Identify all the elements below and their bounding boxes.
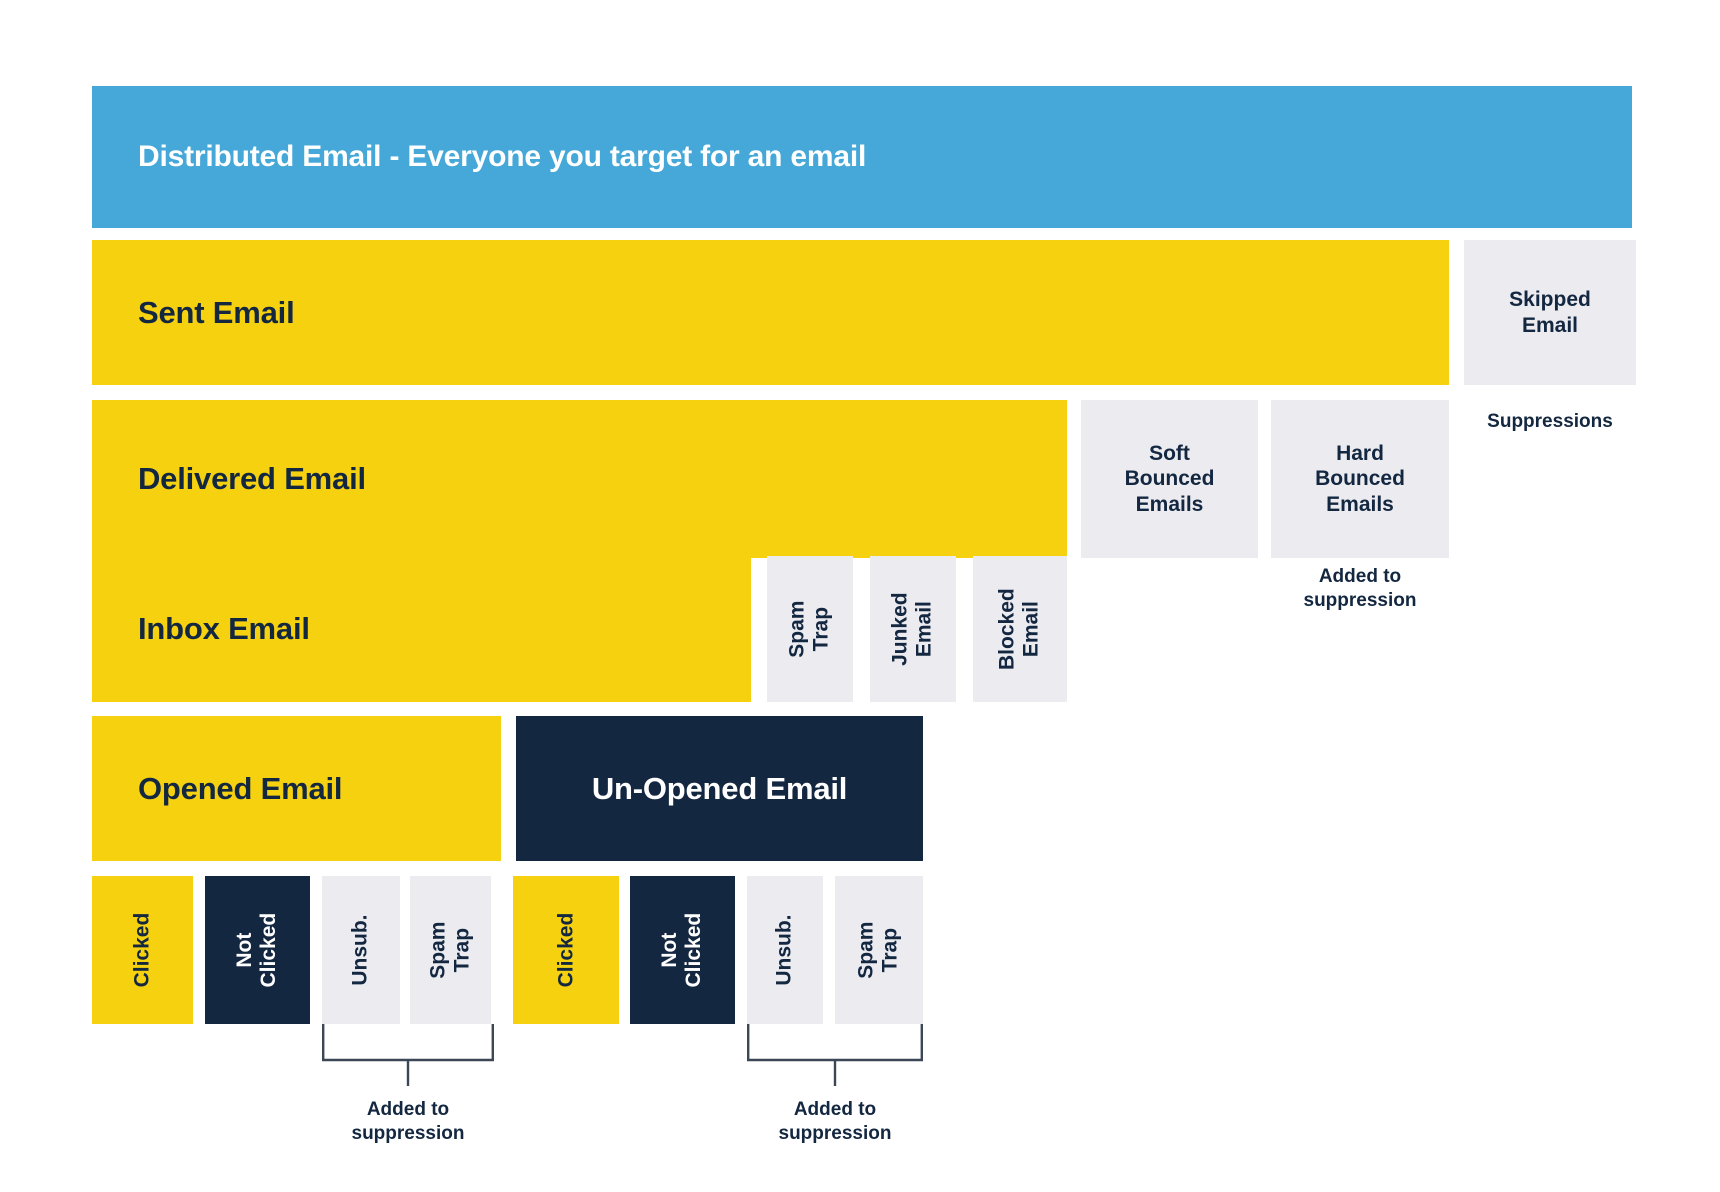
opened-suppression-bracket — [322, 1024, 494, 1086]
inbox-email-label: Inbox Email — [138, 611, 310, 646]
distributed-email-bar: Distributed Email - Everyone you target … — [92, 86, 1632, 228]
sent-email-label: Sent Email — [138, 294, 295, 330]
hard-bounced-emails-box: Hard Bounced Emails — [1271, 400, 1449, 558]
blocked-email-label: Blocked Email — [995, 588, 1043, 670]
junked-email-box: Junked Email — [870, 556, 956, 702]
opened-suppression-caption: Added to suppression — [351, 1099, 465, 1144]
opened-not-clicked-box: Not Clicked — [205, 876, 310, 1024]
spam-trap-inbox-box: Spam Trap — [767, 556, 853, 702]
unopened-clicked-box: Clicked — [513, 876, 619, 1024]
sent-email-bar: Sent Email — [92, 240, 1449, 385]
soft-bounced-emails-box: Soft Bounced Emails — [1081, 400, 1258, 558]
skipped-email-box: Skipped Email — [1464, 240, 1636, 385]
opened-not-clicked-label: Not Clicked — [233, 912, 281, 988]
inbox-email-bar: Inbox Email — [92, 556, 751, 702]
soft-bounced-emails-label: Soft Bounced Emails — [1124, 441, 1215, 516]
unopened-unsub-box: Unsub. — [747, 876, 823, 1024]
delivered-email-bar: Delivered Email — [92, 400, 1067, 558]
unopened-spam-trap-box: Spam Trap — [835, 876, 923, 1024]
blocked-email-box: Blocked Email — [973, 556, 1067, 702]
opened-unsub-label: Unsub. — [348, 914, 372, 986]
opened-unsub-box: Unsub. — [322, 876, 400, 1024]
opened-email-bar: Opened Email — [92, 716, 501, 861]
unopened-not-clicked-label: Not Clicked — [658, 912, 706, 988]
email-funnel-diagram: Distributed Email - Everyone you target … — [0, 0, 1720, 1192]
skipped-email-label: Skipped Email — [1509, 287, 1591, 337]
opened-email-label: Opened Email — [138, 770, 343, 806]
hard-bounce-suppression-caption: Added to suppression — [1303, 566, 1417, 611]
junked-email-label: Junked Email — [888, 592, 936, 666]
unopened-email-label: Un-Opened Email — [591, 770, 848, 806]
unopened-spam-trap-label: Spam Trap — [854, 921, 902, 979]
unopened-clicked-label: Clicked — [553, 912, 577, 988]
opened-clicked-label: Clicked — [130, 912, 154, 988]
opened-clicked-box: Clicked — [92, 876, 193, 1024]
opened-spam-trap-box: Spam Trap — [410, 876, 491, 1024]
distributed-email-label: Distributed Email - Everyone you target … — [138, 140, 867, 173]
unopened-suppression-caption: Added to suppression — [778, 1099, 892, 1144]
hard-bounced-emails-label: Hard Bounced Emails — [1315, 441, 1405, 516]
unopened-unsub-label: Unsub. — [772, 914, 796, 986]
spam-trap-inbox-label: Spam Trap — [785, 600, 833, 658]
unopened-email-bar: Un-Opened Email — [516, 716, 923, 861]
unopened-not-clicked-box: Not Clicked — [630, 876, 735, 1024]
suppressions-caption: Suppressions — [1487, 411, 1613, 432]
unopened-suppression-bracket — [747, 1024, 923, 1086]
delivered-email-label: Delivered Email — [138, 461, 366, 496]
opened-spam-trap-label: Spam Trap — [426, 921, 474, 979]
